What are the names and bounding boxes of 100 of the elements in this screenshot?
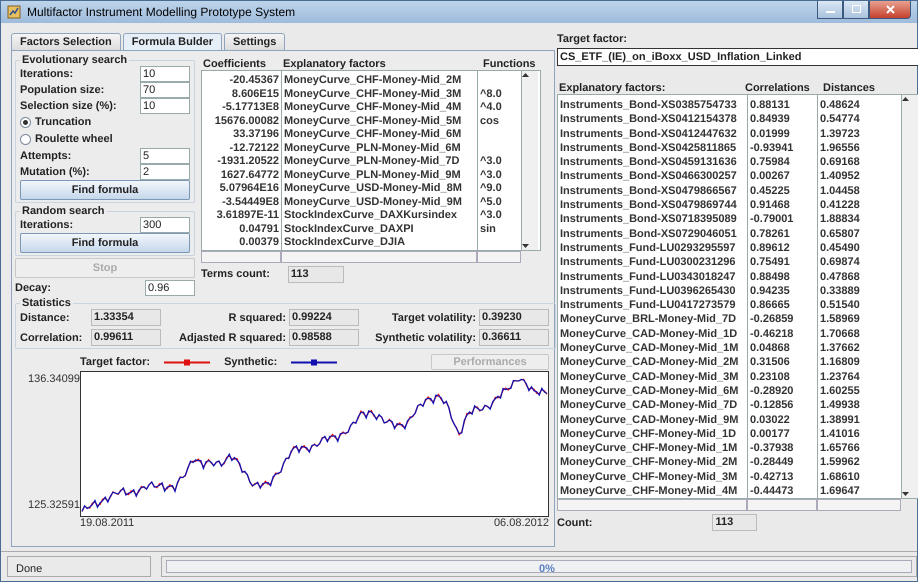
field-label: Count:: [557, 516, 592, 529]
table-cell-text: Instruments_Fund-LU0396265430: [560, 284, 736, 298]
value-field: 0.98588: [289, 329, 359, 346]
table-cell-text: 1.96556: [820, 140, 861, 156]
table-cell-text: -0.44473: [750, 484, 794, 498]
status-text: Done: [7, 556, 151, 577]
progress-text: 0%: [539, 563, 555, 575]
table-cell-text: -0.28449: [750, 455, 794, 470]
table-cell-text: 0.89612: [750, 240, 791, 256]
tab[interactable]: Settings: [224, 33, 286, 50]
table-cell-text: StockIndexCurve_DJIA: [284, 236, 406, 250]
close-button[interactable]: [869, 1, 911, 19]
table-cell-text: -1931.20522: [216, 155, 279, 168]
group-title: Evolutionary search: [21, 54, 128, 66]
radio-button[interactable]: Roulette wheel: [20, 131, 190, 147]
table-cell-text: 0.03022: [750, 412, 791, 427]
table-cell-text: MoneyCurve_CHF-Money-Mid_3M: [560, 470, 738, 484]
value-field: 0.36611: [479, 329, 549, 346]
table-cell-text: -0.42713: [750, 470, 794, 484]
table-cell-text: 0.94235: [750, 284, 791, 298]
table-cell-text: MoneyCurve_CAD-Money-Mid_6M: [560, 384, 740, 398]
table-cell-text: 1.41016: [820, 426, 861, 442]
table-cell-text: MoneyCurve_CAD-Money-Mid_7D: [560, 398, 738, 413]
table-cell-text: 0.86665: [750, 298, 791, 312]
column-header: Explanatory factors:: [558, 82, 666, 94]
table-cell-text: -0.93941: [750, 140, 794, 156]
table-cell-text: 0.69874: [820, 255, 861, 270]
table-cell-text: MoneyCurve_CAD-Money-Mid_3M: [560, 370, 740, 384]
table-cell-text: -0.37938: [750, 441, 794, 456]
axis-label: 136.34099: [27, 373, 80, 385]
table-cell-text: 1627.64772: [220, 168, 279, 182]
table-cell-text: MoneyCurve_CHF-Money-Mid_5M: [284, 114, 462, 128]
column-header: Explanatory factors: [282, 58, 387, 70]
input-field[interactable]: 300: [140, 216, 190, 232]
table-cell-text: -5.17713E8: [221, 101, 279, 114]
table-cell-text: ^5.0: [480, 196, 503, 209]
scrollbar[interactable]: [281, 250, 477, 262]
column-header: Correlations: [744, 82, 811, 94]
field-label: Distance:: [20, 312, 71, 324]
table-cell-text: Instruments_Bond-XS0466300257: [560, 169, 738, 184]
table-cell-text: 1.16809: [820, 355, 861, 370]
table-cell-text: MoneyCurve_CHF-Money-Mid_4M: [284, 101, 462, 114]
value-field: 1.33354: [91, 309, 161, 326]
table-cell-text: 0.01999: [750, 126, 791, 141]
axis-label: 19.08.2011: [80, 517, 134, 531]
field-label: Synthetic volatility:: [374, 332, 476, 344]
table-cell-text: 0.75984: [750, 155, 791, 170]
table-cell-text: 1.65766: [820, 441, 861, 456]
input-field[interactable]: 70: [140, 82, 190, 98]
field-label: Correlation:: [20, 332, 84, 344]
table-cell-text: 8.606E15: [230, 88, 279, 101]
maximize-button[interactable]: [843, 1, 869, 19]
table-cell-text: 1.37662: [820, 341, 861, 356]
minimize-button[interactable]: [817, 1, 843, 19]
table-cell-text: 0.75491: [750, 255, 791, 270]
table-cell-text: 0.00267: [750, 169, 791, 184]
input-field[interactable]: 5: [140, 148, 190, 164]
radio-icon[interactable]: [20, 116, 31, 128]
input-field[interactable]: 0.96: [145, 280, 195, 296]
input-field[interactable]: 10: [140, 98, 190, 114]
table-cell-text: 0.88131: [750, 98, 791, 112]
tab[interactable]: Formula Bulder: [122, 33, 222, 50]
table-cell-text: Instruments_Fund-LU0293295597: [560, 240, 736, 256]
close-icon: [886, 5, 894, 14]
table-cell-text: 3.61897E-11: [216, 209, 279, 222]
scroll-up-icon[interactable]: [522, 71, 529, 78]
scrollbar[interactable]: [477, 250, 521, 262]
table-cell-text: 0.00177: [750, 426, 791, 442]
input-field[interactable]: 10: [140, 66, 190, 82]
table-cell-text: Instruments_Fund-LU0417273579: [560, 298, 736, 312]
legend-label: Target factor:: [80, 356, 150, 368]
scrollbar[interactable]: [557, 499, 747, 512]
table-cell-text: 1.38991: [820, 412, 861, 427]
radio-button[interactable]: Truncation: [20, 114, 190, 130]
scrollbar[interactable]: [201, 250, 281, 262]
table-cell-text: MoneyCurve_CAD-Money-Mid_1D: [560, 326, 738, 342]
field-label: Iterations:: [20, 68, 74, 80]
input-field[interactable]: 2: [140, 164, 190, 180]
scrollbar[interactable]: [817, 499, 901, 512]
find-formula-button[interactable]: Find formula: [20, 233, 190, 253]
find-formula-button[interactable]: Find formula: [20, 180, 190, 200]
target-factor-field[interactable]: CS_ETF_(IE)_on_iBoxx_USD_Inflation_Linked: [557, 48, 918, 66]
table-cell-text: MoneyCurve_CAD-Money-Mid_2M: [560, 355, 740, 370]
scroll-down-icon[interactable]: [522, 242, 529, 250]
value-field: 113: [712, 514, 758, 532]
scrollbar[interactable]: [747, 499, 817, 512]
group-title: Random search: [21, 205, 106, 217]
table-cell-text: MoneyCurve_CHF-Money-Mid_1M: [560, 441, 738, 456]
scroll-down-icon[interactable]: [902, 491, 909, 498]
table-cell-text: Instruments_Bond-XS0718395089: [560, 212, 738, 227]
scrollbar[interactable]: [522, 71, 538, 250]
table-cell-text: -3.54449E8: [221, 196, 279, 209]
tab[interactable]: Factors Selection: [11, 33, 121, 50]
table-cell-text: 0.45490: [820, 240, 861, 256]
table-cell-text: 0.47868: [820, 270, 861, 284]
radio-icon[interactable]: [20, 134, 31, 144]
table-cell-text: 1.60255: [820, 384, 861, 398]
scroll-up-icon[interactable]: [902, 95, 909, 102]
scrollbar[interactable]: [902, 95, 918, 498]
table-cell-text: Instruments_Bond-XS0479869744: [560, 198, 738, 212]
